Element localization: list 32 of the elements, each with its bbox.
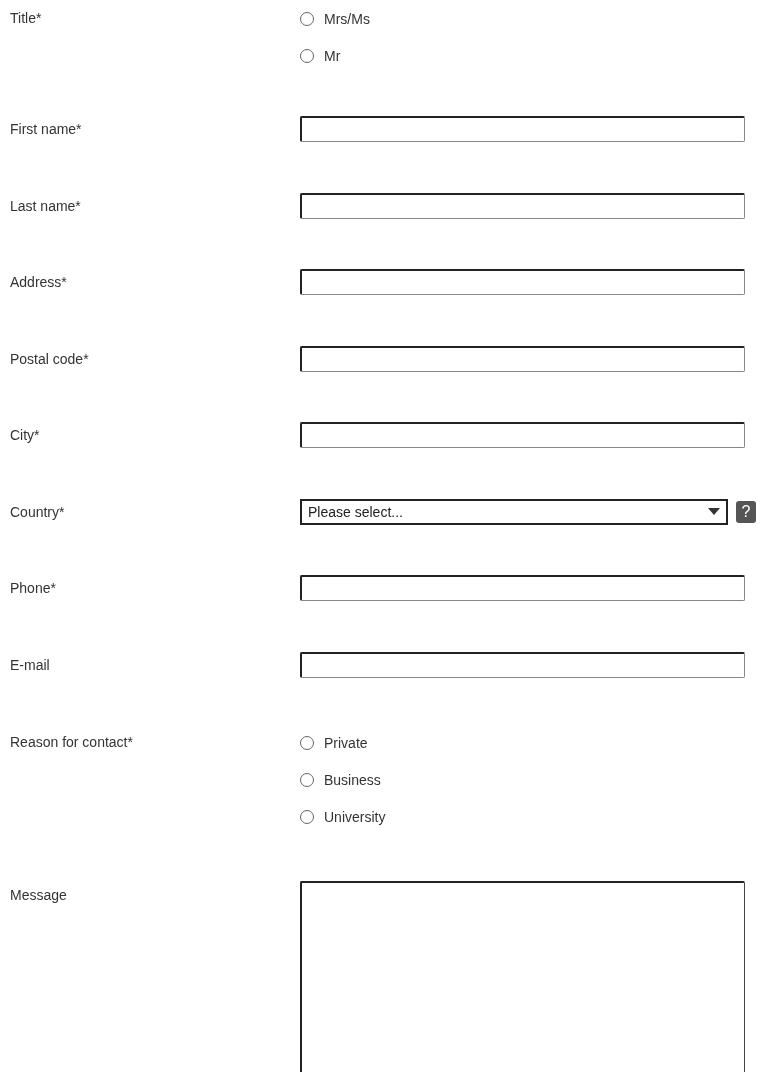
field-label: City* [9, 427, 41, 444]
radio-label[interactable]: Mr [324, 47, 341, 64]
text-field[interactable] [300, 422, 745, 449]
field-label: Phone* [9, 580, 57, 597]
help-button[interactable]: ? [736, 500, 756, 523]
radio-button[interactable] [300, 772, 314, 787]
field-label: Reason for contact* [9, 733, 134, 752]
radio-button[interactable] [300, 11, 314, 26]
field-label: Country* [9, 503, 66, 520]
text-field[interactable] [300, 651, 745, 678]
radio-label[interactable]: Mrs/Ms [324, 10, 370, 27]
text-field[interactable] [300, 345, 745, 372]
message-field[interactable] [300, 881, 745, 1072]
field-label: Address* [9, 274, 68, 291]
caret-icon [708, 508, 720, 516]
field-label: Title* [9, 9, 43, 28]
field-label: First name* [9, 121, 83, 138]
radio-label[interactable]: University [324, 808, 386, 825]
radio-button[interactable] [300, 735, 314, 750]
text-field[interactable] [300, 575, 745, 602]
radio-label[interactable]: Private [324, 734, 368, 751]
text-field[interactable] [300, 116, 745, 143]
text-field[interactable] [300, 192, 745, 219]
field-label: Message [9, 886, 68, 905]
country-dropdown[interactable]: Please select... [300, 498, 728, 525]
text-field[interactable] [300, 269, 745, 296]
radio-label[interactable]: Business [324, 771, 381, 788]
radio-button[interactable] [300, 809, 314, 824]
field-label: E-mail [9, 656, 51, 673]
field-label: Postal code* [9, 350, 90, 367]
radio-button[interactable] [300, 48, 314, 63]
field-label: Last name* [9, 197, 82, 214]
